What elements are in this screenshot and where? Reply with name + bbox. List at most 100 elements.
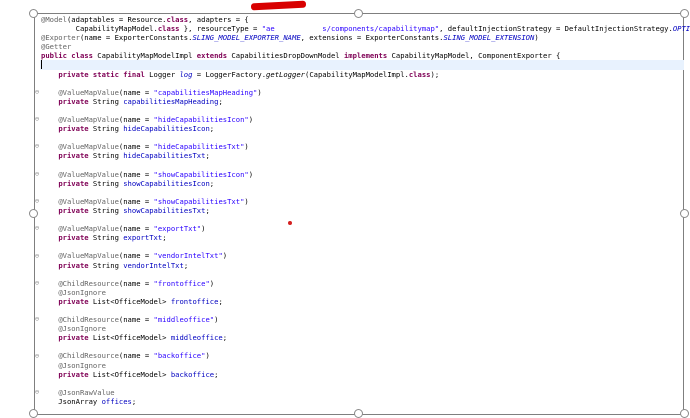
code-token: String [88,178,124,188]
code-line: @ChildResource(name = "middleoffice") [41,315,684,324]
fold-collapse-icon[interactable]: ⊖ [33,388,41,397]
code-token: List<OfficeModel> [88,369,171,379]
code-line: @Getter [41,42,684,51]
code-line: public class CapabilityMapModelImpl exte… [41,51,684,60]
code-editor[interactable]: @Model(adaptables = Resource.class, adap… [40,15,690,406]
code-token: (name = [118,87,154,97]
resize-handle-middle-left[interactable] [29,209,38,218]
code-token: , adapters = { [188,15,249,24]
code-token: , extensions = ExporterConstants. [300,33,444,43]
code-line: @ValueMapValue(name = "showCapabilitiesT… [41,197,684,206]
code-token: ; [209,178,215,188]
code-token: private [58,333,89,343]
fold-collapse-icon[interactable]: ⊖ [33,170,41,179]
code-line: @ValueMapValue(name = "vendorIntelTxt") [41,251,684,260]
code-token: List<OfficeModel> [88,333,171,343]
code-token: "capabilitiesMapHeading" [153,87,258,97]
code-token: ; [205,151,210,161]
code-token: private [58,124,89,134]
fold-collapse-icon[interactable]: ⊖ [33,279,41,288]
fold-collapse-icon[interactable]: ⊖ [33,197,41,206]
code-line: @ValueMapValue(name = "showCapabilitiesI… [41,170,684,179]
code-token: ; [209,124,215,134]
code-line: private List<OfficeModel> middleoffice; [41,333,684,342]
code-token: "exportTxt" [153,224,202,234]
code-token: ; [131,396,137,406]
resize-handle-bottom-center[interactable] [354,409,363,418]
resize-handle-top-left[interactable] [29,9,38,18]
code-token: private static final [58,69,145,79]
code-token: ; [183,260,189,270]
code-line: private String vendorIntelTxt; [41,261,684,270]
code-token: @ValueMapValue [58,115,119,125]
code-token: "hideCapabilitiesIcon" [153,115,249,125]
code-token: "ae [261,24,275,34]
code-line: @Model(adaptables = Resource.class, adap… [41,15,684,24]
fold-collapse-icon[interactable]: ⊖ [33,115,41,124]
code-token: (name = ExporterConstants. [79,33,193,43]
code-token: private [58,369,89,379]
code-line: @Exporter(name = ExporterConstants.SLING… [41,33,684,42]
code-token: "middleoffice" [153,315,215,325]
code-token: @JsonRawValue [58,387,115,397]
code-token: String [88,205,124,215]
code-token: (name = [118,142,154,152]
code-token: SLING_MODEL_EXTENSION [443,33,535,43]
code-token: String [88,96,124,106]
code-token: CapabilityMapModelImpl [92,51,197,61]
code-token: String [88,233,124,243]
code-line: @ValueMapValue(name = "hideCapabilitiesI… [41,115,684,124]
code-token: "showCapabilitiesIcon" [153,169,249,179]
fold-collapse-icon[interactable]: ⊖ [33,352,41,361]
fold-collapse-icon[interactable]: ⊖ [33,88,41,97]
code-token: @Getter [41,42,72,52]
code-token: CapabilityMapModel, ComponentExporter { [387,51,561,61]
code-line: @ValueMapValue(name = "hideCapabilitiesT… [41,142,684,151]
resize-handle-bottom-left[interactable] [29,409,38,418]
code-token: getLogger [266,69,305,79]
code-token: ; [222,333,228,343]
code-token: JsonArray [41,396,102,406]
code-line: CapabilityMapModel.class }, resourceType… [41,24,690,34]
code-line: @ChildResource(name = "frontoffice") [41,279,684,288]
code-token: ) [205,351,210,361]
code-token: CapabilitiesDropDownModel [227,51,344,61]
code-line: private String hideCapabilitiesIcon; [41,124,684,133]
fold-collapse-icon[interactable]: ⊖ [33,142,41,151]
code-token: (name = [118,169,154,179]
code-token: "vendorIntelTxt" [153,251,223,261]
code-token: private [58,260,89,270]
code-token: showCapabilitiesIcon [123,178,210,188]
code-line: @JsonIgnore [41,361,684,370]
code-line: @ChildResource(name = "backoffice") [41,351,684,360]
fold-collapse-icon[interactable]: ⊖ [33,315,41,324]
code-token: private [58,178,89,188]
code-token: ) [214,315,219,325]
code-token: String [88,151,124,161]
code-token: backoffice [170,369,215,379]
code-token: @ValueMapValue [58,169,119,179]
fold-collapse-icon[interactable]: ⊖ [33,224,41,233]
code-token: ) [244,196,249,206]
code-token: private [58,151,89,161]
code-token: @JsonIgnore [58,360,106,370]
fold-collapse-icon[interactable]: ⊖ [33,252,41,261]
resize-handle-bottom-right[interactable] [680,409,689,418]
code-token: @JsonIgnore [58,324,106,334]
